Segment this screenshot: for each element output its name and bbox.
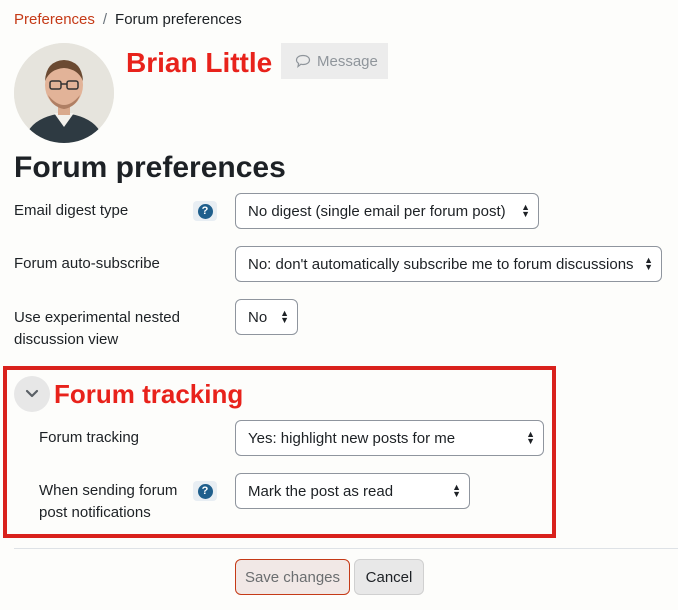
select-arrows-icon: ▲ ▼ [644, 255, 653, 272]
breadcrumb: Preferences / Forum preferences [14, 10, 242, 30]
post-notifications-label-line1: When sending forum [39, 482, 178, 499]
auto-subscribe-select[interactable]: No: don't automatically subscribe me to … [235, 246, 662, 282]
select-arrows-icon: ▲ ▼ [526, 429, 535, 446]
forum-tracking-select[interactable]: Yes: highlight new posts for me ▲ ▼ [235, 420, 544, 456]
page-title: Forum preferences [14, 151, 286, 184]
user-photo [14, 43, 114, 143]
message-button[interactable]: Message [281, 43, 388, 79]
select-arrows-icon: ▲ ▼ [521, 202, 530, 219]
message-button-label: Message [317, 52, 378, 70]
select-arrows-icon: ▲ ▼ [452, 482, 461, 499]
breadcrumb-current: Forum preferences [115, 11, 242, 28]
forum-tracking-section-title: Forum tracking [54, 379, 244, 409]
auto-subscribe-label: Forum auto-subscribe [14, 255, 160, 272]
post-notifications-help-button[interactable]: ? [193, 481, 217, 501]
nested-view-label: Use experimental nested discussion view [14, 307, 180, 351]
breadcrumb-preferences-link[interactable]: Preferences [14, 11, 95, 28]
email-digest-select[interactable]: No digest (single email per forum post) … [235, 193, 539, 229]
nested-view-value: No [248, 308, 268, 326]
email-digest-label: Email digest type [14, 202, 129, 219]
post-notifications-label-line2: post notifications [39, 504, 151, 521]
help-icon: ? [197, 483, 213, 499]
breadcrumb-separator: / [102, 11, 108, 28]
forum-tracking-label: Forum tracking [39, 429, 140, 446]
select-arrows-icon: ▲ ▼ [280, 308, 289, 325]
nested-view-select[interactable]: No ▲ ▼ [235, 299, 298, 335]
nested-view-label-line2: discussion view [14, 331, 119, 348]
email-digest-help-button[interactable]: ? [193, 201, 217, 221]
speech-bubble-icon [295, 54, 311, 68]
cancel-button[interactable]: Cancel [354, 559, 424, 595]
post-notifications-select[interactable]: Mark the post as read ▲ ▼ [235, 473, 470, 509]
form-divider [14, 548, 678, 549]
save-changes-button[interactable]: Save changes [235, 559, 350, 595]
post-notifications-label: When sending forum post notifications [39, 480, 177, 524]
forum-tracking-collapse-toggle[interactable] [14, 376, 50, 412]
post-notifications-value: Mark the post as read [248, 482, 394, 500]
auto-subscribe-value: No: don't automatically subscribe me to … [248, 255, 634, 273]
email-digest-value: No digest (single email per forum post) [248, 202, 506, 220]
help-icon: ? [197, 203, 213, 219]
nested-view-label-line1: Use experimental nested [14, 309, 180, 326]
user-fullname: Brian Little [126, 47, 273, 78]
avatar[interactable] [14, 43, 114, 143]
forum-tracking-value: Yes: highlight new posts for me [248, 429, 456, 447]
chevron-down-icon [25, 389, 39, 398]
